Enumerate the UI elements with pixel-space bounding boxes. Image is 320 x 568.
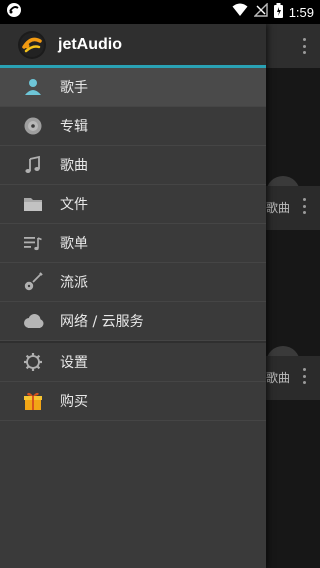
guitar-icon (22, 271, 44, 293)
jetaudio-logo-icon (18, 30, 46, 59)
artist-icon (22, 76, 44, 98)
drawer-item-playlists[interactable]: 歌单 (0, 224, 266, 263)
drawer-item-label: 文件 (60, 197, 88, 213)
drawer-item-artists[interactable]: 歌手 (0, 68, 266, 107)
app-title: jetAudio (58, 35, 122, 53)
album-icon (22, 115, 44, 137)
gift-icon (22, 390, 44, 412)
drawer-item-settings[interactable]: 设置 (0, 343, 266, 382)
drawer-secondary-menu: 设置 购买 (0, 343, 266, 421)
list-item-text: 歌曲 (266, 371, 291, 385)
drawer-item-cloud[interactable]: 网络 / 云服务 (0, 302, 266, 341)
drawer-item-label: 歌曲 (60, 158, 88, 174)
folder-icon (22, 193, 44, 215)
no-signal-icon (252, 2, 268, 21)
drawer-menu: 歌手 专辑 歌曲 文件 歌单 流派 网络 / 云服务 (0, 68, 266, 341)
gear-icon (22, 351, 44, 373)
drawer-item-purchase[interactable]: 购买 (0, 382, 266, 421)
music-note-icon (22, 154, 44, 176)
status-time: 1:59 (288, 4, 314, 20)
drawer-item-files[interactable]: 文件 (0, 185, 266, 224)
drawer-item-label: 购买 (60, 394, 88, 410)
drawer-item-label: 歌手 (60, 80, 88, 96)
battery-icon (273, 2, 283, 22)
list-item-text: 歌曲 (266, 201, 291, 215)
jetaudio-notification-icon (6, 2, 22, 22)
drawer-item-label: 流派 (60, 275, 88, 291)
drawer-item-label: 歌单 (60, 236, 88, 252)
drawer-item-label: 设置 (60, 355, 88, 371)
overflow-menu-icon[interactable] (302, 38, 306, 54)
drawer-item-label: 专辑 (60, 119, 88, 135)
status-bar: 1:59 (0, 0, 320, 24)
drawer-item-label: 网络 / 云服务 (60, 314, 144, 330)
drawer-item-genres[interactable]: 流派 (0, 263, 266, 302)
navigation-drawer: jetAudio 歌手 专辑 歌曲 文件 歌单 流派 网络 / 云服务 设置 购… (0, 24, 266, 568)
wifi-icon (232, 3, 248, 21)
item-overflow-icon[interactable] (302, 198, 306, 214)
playlist-icon (22, 232, 44, 254)
item-overflow-icon[interactable] (302, 368, 306, 384)
drawer-item-songs[interactable]: 歌曲 (0, 146, 266, 185)
drawer-item-albums[interactable]: 专辑 (0, 107, 266, 146)
cloud-icon (22, 310, 44, 332)
drawer-header: jetAudio (0, 24, 266, 68)
